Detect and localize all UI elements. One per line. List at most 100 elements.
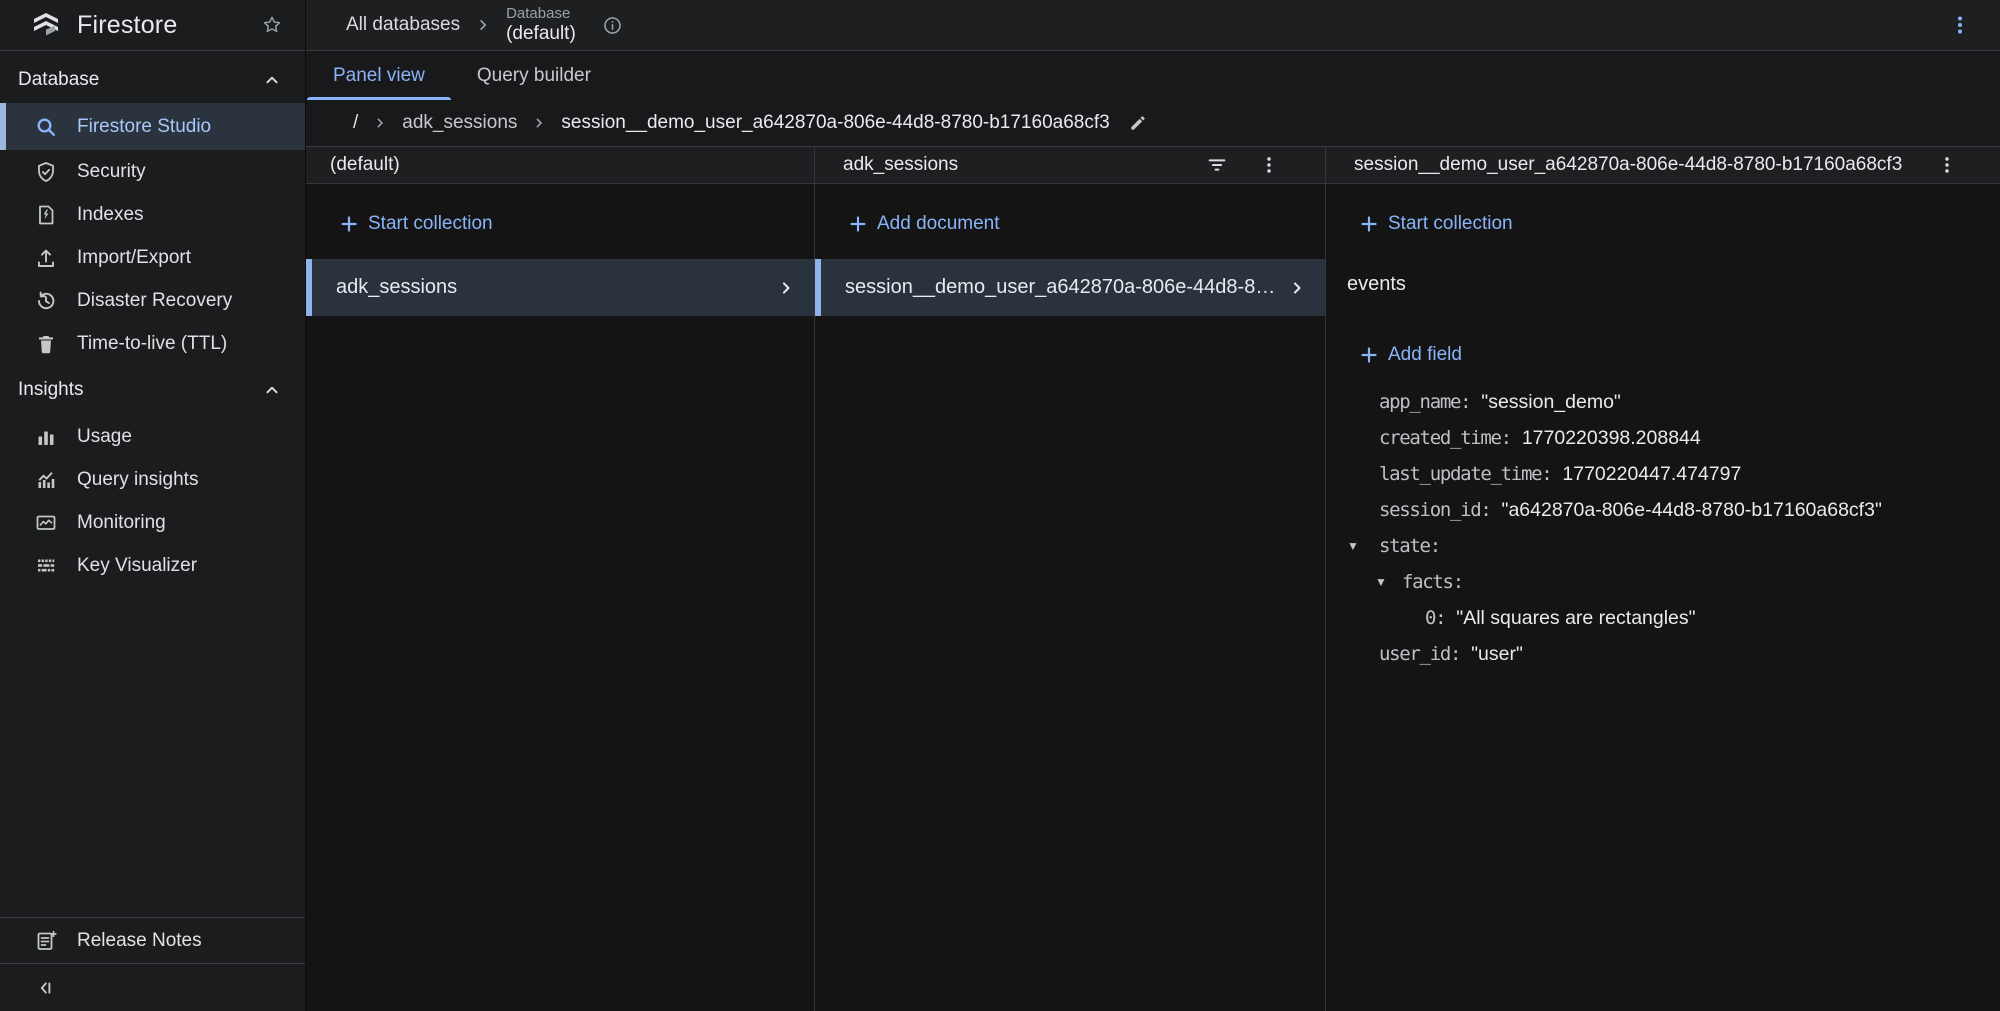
sidebar-item-label: Usage [77, 425, 132, 447]
sidebar-item-label: Security [77, 160, 146, 182]
bar-chart-icon [34, 425, 58, 449]
field-key: facts: [1402, 571, 1464, 593]
subcollection-row-events[interactable]: events [1326, 261, 2000, 307]
field-row-facts-0: 0: "All squares are rectangles" [1326, 600, 2000, 636]
tab-panel-view[interactable]: Panel view [307, 51, 451, 100]
chevron-right-icon [1277, 278, 1307, 298]
sidebar-item-label: Monitoring [77, 511, 166, 533]
start-collection-button[interactable]: Start collection [1326, 204, 2000, 244]
document-panel-body: Start collection events Add field app_na… [1326, 184, 2000, 1011]
field-value: "session_demo" [1481, 390, 1621, 413]
shield-check-icon [34, 160, 58, 184]
field-row-state: ▼ state: [1326, 528, 2000, 564]
database-panel-body: Start collection adk_sessions [306, 184, 814, 1011]
field-value: "user" [1471, 642, 1523, 665]
info-icon[interactable] [602, 15, 623, 36]
firestore-logo-icon [30, 9, 62, 41]
chevron-right-icon [372, 115, 388, 131]
sidebar-item-label: Query insights [77, 468, 199, 490]
plus-icon [1359, 345, 1379, 365]
collection-row-adk-sessions[interactable]: adk_sessions [306, 259, 814, 316]
collection-panel: adk_sessions Add document session__demo_… [815, 147, 1326, 1011]
edit-pencil-icon[interactable] [1128, 113, 1148, 133]
field-row-app-name: app_name: "session_demo" [1326, 384, 2000, 420]
collapse-triangle-icon[interactable]: ▼ [1347, 539, 1379, 553]
field-key: 0: [1425, 607, 1447, 629]
sidebar-item-usage[interactable]: Usage [0, 415, 305, 458]
add-document-label: Add document [877, 213, 1000, 234]
breadcrumb-root[interactable]: / [353, 112, 358, 134]
view-tabs: Panel view Query builder [306, 51, 2000, 100]
document-panel-title: session__demo_user_a642870a-806e-44d8-87… [1354, 154, 1903, 175]
field-value: 1770220398.208844 [1521, 426, 1701, 449]
start-collection-label: Start collection [368, 213, 493, 234]
sidebar-item-query-insights[interactable]: Query insights [0, 458, 305, 501]
main-area: All databases Database (default) Panel v… [306, 0, 2000, 1011]
field-key: last_update_time: [1379, 463, 1553, 485]
sidebar-item-label: Disaster Recovery [77, 289, 233, 311]
star-icon[interactable] [261, 14, 283, 36]
sidebar: Firestore Database Firestore Studio Secu… [0, 0, 306, 1011]
search-icon [34, 115, 58, 139]
start-collection-button[interactable]: Start collection [306, 204, 814, 244]
sidebar-item-ttl[interactable]: Time-to-live (TTL) [0, 322, 305, 365]
section-label: Insights [18, 379, 84, 400]
database-panel: (default) Start collection adk_sessions [306, 147, 815, 1011]
heatmap-grid-icon [34, 554, 58, 578]
topbar: All databases Database (default) [306, 0, 2000, 51]
sidebar-item-security[interactable]: Security [0, 150, 305, 193]
breadcrumb-collection[interactable]: adk_sessions [402, 112, 517, 134]
collapse-triangle-icon[interactable]: ▼ [1375, 575, 1402, 589]
sidebar-item-key-visualizer[interactable]: Key Visualizer [0, 544, 305, 587]
sidebar-item-import-export[interactable]: Import/Export [0, 236, 305, 279]
monitoring-screen-icon [34, 511, 58, 535]
field-key: app_name: [1379, 391, 1472, 413]
release-notes-button[interactable]: Release Notes [0, 917, 305, 963]
database-selector[interactable]: Database (default) [506, 5, 576, 44]
sidebar-section-insights[interactable]: Insights [0, 365, 305, 415]
sidebar-item-firestore-studio[interactable]: Firestore Studio [0, 103, 305, 150]
release-notes-icon [34, 929, 58, 953]
database-name: (default) [506, 22, 576, 44]
filter-icon[interactable] [1206, 154, 1228, 176]
all-databases-link[interactable]: All databases [346, 14, 460, 36]
sidebar-header: Firestore [0, 0, 305, 51]
document-row-label: session__demo_user_a642870a-806e-44d8-87… [845, 276, 1277, 298]
plus-icon [339, 214, 359, 234]
document-fields: app_name: "session_demo" created_time: 1… [1326, 384, 2000, 672]
field-row-last-update-time: last_update_time: 1770220447.474797 [1326, 456, 2000, 492]
sidebar-item-label: Indexes [77, 203, 144, 225]
more-options-icon[interactable] [1948, 13, 1972, 37]
document-panel: session__demo_user_a642870a-806e-44d8-87… [1326, 147, 2000, 1011]
tab-query-builder[interactable]: Query builder [451, 51, 617, 100]
field-value: 1770220447.474797 [1562, 462, 1742, 485]
collapse-sidebar-button[interactable] [0, 963, 305, 1011]
field-row-facts: ▼ facts: [1326, 564, 2000, 600]
more-options-icon[interactable] [1936, 154, 1958, 176]
field-row-created-time: created_time: 1770220398.208844 [1326, 420, 2000, 456]
sidebar-item-monitoring[interactable]: Monitoring [0, 501, 305, 544]
history-clock-icon [34, 289, 58, 313]
more-options-icon[interactable] [1258, 154, 1280, 176]
sidebar-item-disaster-recovery[interactable]: Disaster Recovery [0, 279, 305, 322]
upload-icon [34, 246, 58, 270]
collection-panel-header: adk_sessions [815, 147, 1325, 184]
chevron-up-icon [261, 69, 283, 91]
breadcrumb-document: session__demo_user_a642870a-806e-44d8-87… [561, 112, 1110, 133]
add-field-button[interactable]: Add field [1326, 335, 2000, 375]
trash-icon [34, 332, 58, 356]
field-row-session-id: session_id: "a642870a-806e-44d8-8780-b17… [1326, 492, 2000, 528]
field-key: user_id: [1379, 643, 1461, 665]
field-row-user-id: user_id: "user" [1326, 636, 2000, 672]
sidebar-item-label: Time-to-live (TTL) [77, 332, 228, 354]
field-key: state: [1379, 535, 1441, 557]
start-collection-label: Start collection [1388, 213, 1513, 234]
sidebar-section-database[interactable]: Database [0, 57, 305, 103]
sidebar-item-label: Key Visualizer [77, 554, 198, 576]
collapse-sidebar-icon [34, 977, 56, 999]
add-document-button[interactable]: Add document [815, 204, 1325, 244]
sidebar-item-indexes[interactable]: Indexes [0, 193, 305, 236]
document-row-session[interactable]: session__demo_user_a642870a-806e-44d8-87… [815, 259, 1325, 316]
field-key: created_time: [1379, 427, 1512, 449]
field-value: "All squares are rectangles" [1456, 606, 1696, 629]
